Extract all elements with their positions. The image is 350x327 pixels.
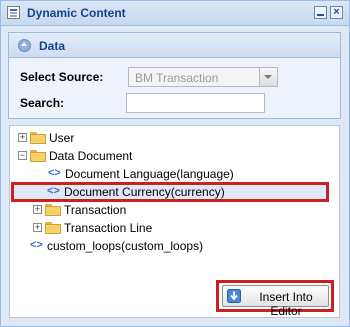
minimize-icon[interactable] (314, 6, 327, 19)
tree-node-data-document[interactable]: − Data Document (10, 148, 310, 165)
field-tag-icon: <> (30, 239, 43, 251)
insert-into-editor-button[interactable]: Insert Into Editor (222, 285, 329, 318)
tree-node-label: Transaction Line (64, 221, 153, 235)
expand-icon[interactable]: + (33, 223, 42, 232)
tree-node-transaction-line[interactable]: + Transaction Line (9, 220, 309, 237)
tree-node-label: Data Document (49, 149, 133, 163)
search-input[interactable] (126, 93, 265, 113)
tree-node-user[interactable]: + User (10, 130, 310, 147)
folder-icon (45, 222, 61, 234)
select-source-label: Select Source: (20, 70, 104, 84)
folder-icon (45, 204, 61, 216)
arrow-down-icon (227, 289, 241, 303)
collapse-node-icon[interactable]: − (18, 151, 27, 160)
search-label: Search: (20, 96, 65, 110)
expand-icon[interactable]: + (18, 133, 27, 142)
folder-icon (30, 132, 46, 144)
data-panel-header: Data (9, 33, 340, 58)
chevron-down-icon[interactable] (259, 68, 277, 86)
window-titlebar: Dynamic Content × (1, 1, 349, 26)
data-panel-title: Data (39, 39, 66, 53)
window-title: Dynamic Content (27, 6, 126, 20)
field-tag-icon: <> (47, 185, 60, 197)
tree-node-custom-loops[interactable]: <> custom_loops(custom_loops) (9, 238, 309, 255)
close-icon[interactable]: × (330, 6, 343, 19)
tree-node-transaction[interactable]: + Transaction (9, 202, 309, 219)
tree-node-document-currency[interactable]: <> Document Currency(currency) (9, 184, 309, 201)
data-panel: Data Select Source: BM Transaction Searc… (8, 32, 341, 119)
tree-node-label: Transaction (64, 203, 127, 217)
tree-node-label: custom_loops(custom_loops) (47, 239, 204, 253)
folder-open-icon (30, 150, 46, 162)
field-tag-icon: <> (48, 167, 61, 179)
document-list-icon (7, 6, 20, 19)
collapse-icon[interactable] (18, 39, 31, 52)
tree-node-label: Document Language(language) (65, 167, 234, 181)
tree-node-document-language[interactable]: <> Document Language(language) (10, 166, 310, 183)
select-source-value: BM Transaction (135, 71, 219, 85)
dynamic-content-window: Dynamic Content × Data Select Source: BM… (0, 0, 350, 327)
expand-icon[interactable]: + (33, 205, 42, 214)
select-source-dropdown[interactable]: BM Transaction (128, 67, 278, 87)
tree-node-label: Document Currency(currency) (64, 185, 225, 199)
tree-node-label: User (49, 131, 75, 145)
insert-button-label: Insert Into Editor (259, 290, 313, 318)
